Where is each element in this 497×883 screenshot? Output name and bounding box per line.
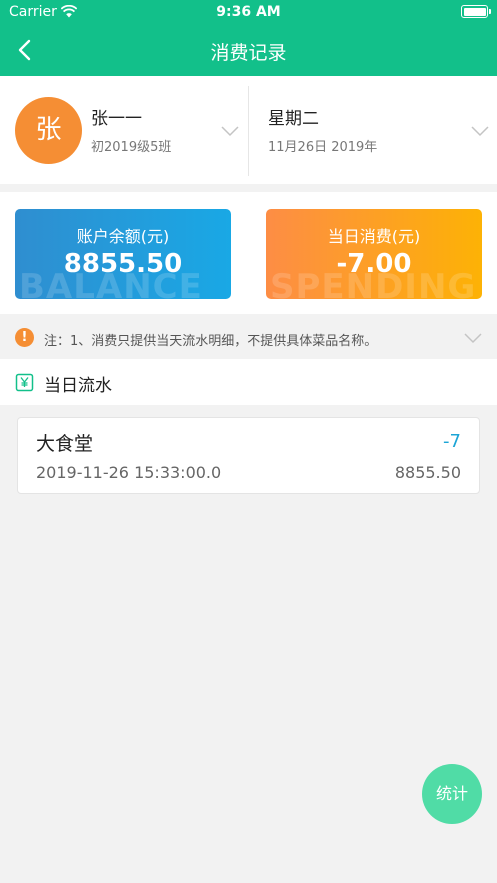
record-balance: 8855.50: [394, 463, 461, 482]
battery-icon: [461, 5, 491, 18]
list-item[interactable]: 大食堂 -7 2019-11-26 15:33:00.0 8855.50: [17, 417, 480, 494]
divider: [248, 86, 249, 176]
date-chevron-down-icon[interactable]: [471, 125, 489, 137]
balance-card: BALANCE 账户余额(元) 8855.50: [15, 209, 231, 299]
weekday[interactable]: 星期二: [268, 104, 319, 129]
yuan-receipt-icon: [15, 373, 34, 392]
flow-header: 当日流水: [0, 359, 497, 405]
record-time: 2019-11-26 15:33:00.0: [36, 463, 222, 482]
page-title: 消费记录: [210, 42, 287, 64]
spending-label: 当日消费(元): [327, 227, 421, 246]
flow-title: 当日流水: [44, 376, 112, 396]
balance-value: 8855.50: [63, 249, 183, 279]
warning-icon: !: [15, 328, 34, 347]
student-chevron-down-icon[interactable]: [221, 125, 239, 137]
status-time: 9:36 AM: [216, 4, 281, 20]
notice-text: 注：1、消费只提供当天流水明细，不提供具体菜品名称。: [44, 334, 378, 349]
record-place: 大食堂: [36, 433, 94, 455]
date-label: 11月26日 2019年: [268, 140, 378, 155]
avatar: 张: [15, 97, 82, 164]
summary-cards: BALANCE 账户余额(元) 8855.50 SPENDING 当日消费(元)…: [0, 192, 497, 314]
spending-card: SPENDING 当日消费(元) -7.00: [266, 209, 482, 299]
notice-bar[interactable]: ! 注：1、消费只提供当天流水明细，不提供具体菜品名称。: [0, 315, 497, 359]
spending-value: -7.00: [336, 249, 412, 279]
top-bar: Carrier 9:36 AM 消费记录: [0, 0, 497, 76]
student-class: 初2019级5班: [91, 140, 172, 155]
record-amount: -7: [443, 431, 461, 452]
statistics-button[interactable]: 统计: [422, 764, 482, 824]
notice-chevron-down-icon[interactable]: [464, 332, 482, 344]
student-name[interactable]: 张一一: [91, 104, 142, 129]
status-bar: Carrier 9:36 AM: [0, 0, 497, 26]
balance-label: 账户余额(元): [76, 227, 170, 246]
user-info-panel: 张 张一一 初2019级5班 星期二 11月26日 2019年: [0, 76, 497, 184]
